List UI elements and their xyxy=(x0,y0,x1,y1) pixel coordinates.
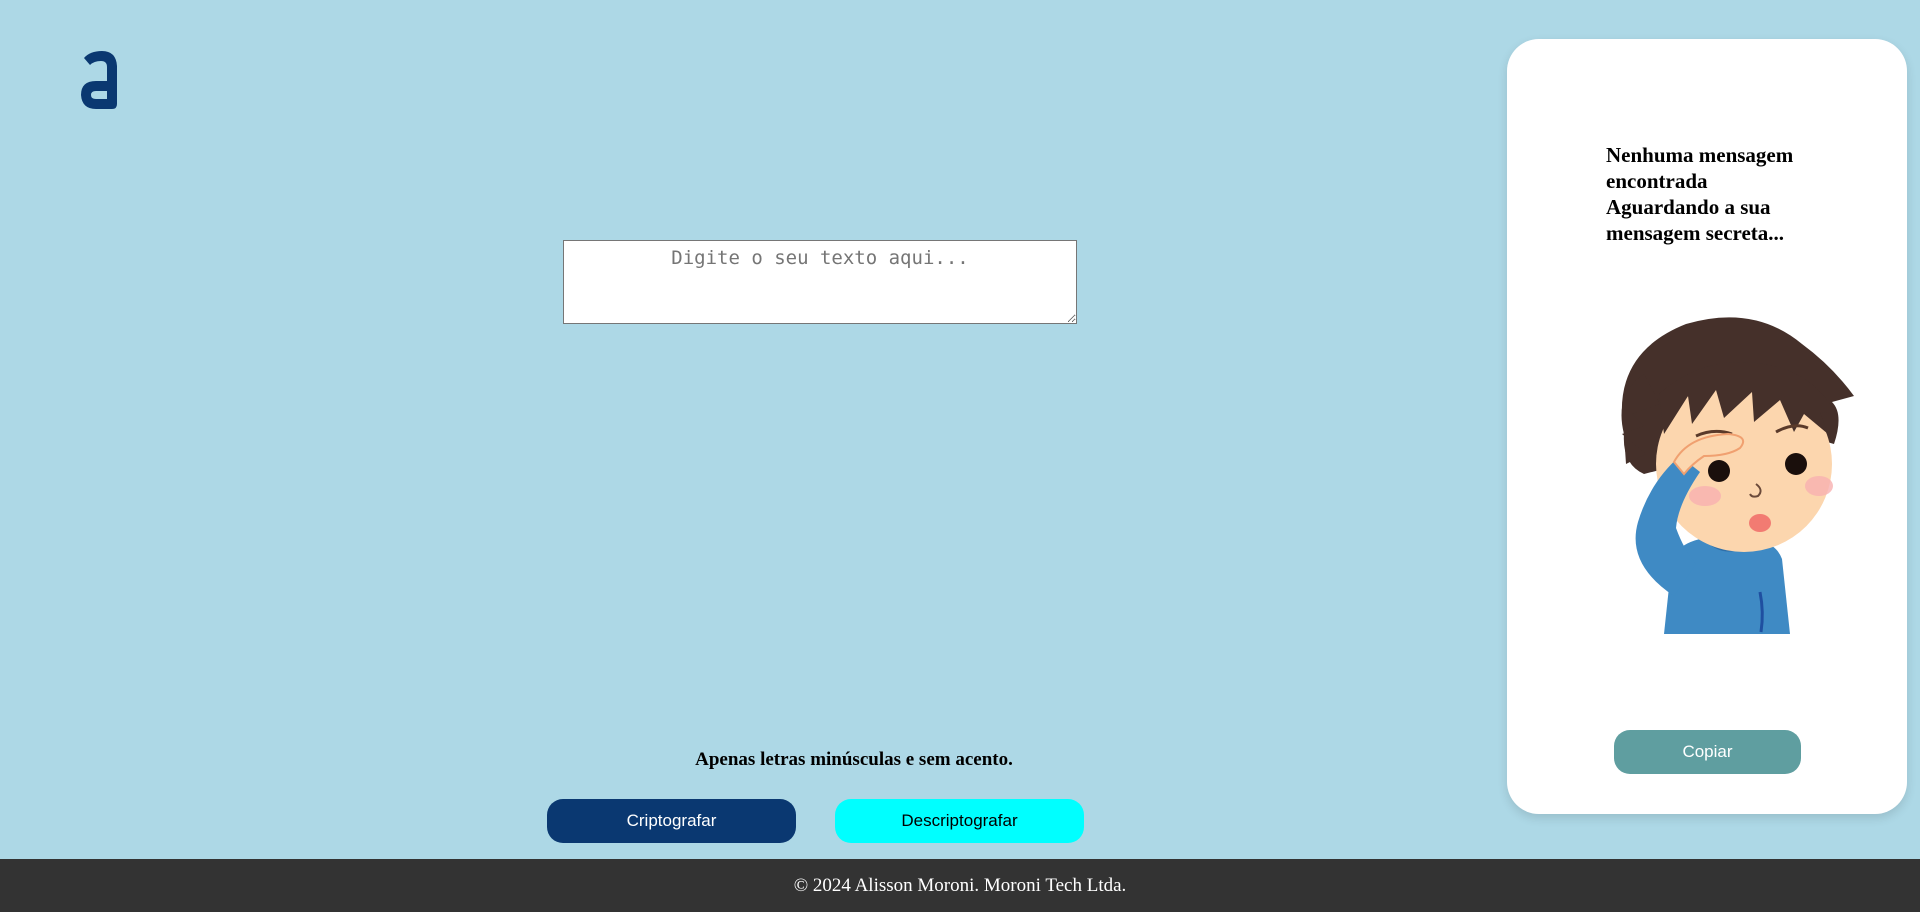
page-footer: © 2024 Alisson Moroni. Moroni Tech Ltda. xyxy=(0,859,1920,912)
empty-message-line: mensagem secreta... xyxy=(1606,221,1785,245)
encrypt-button[interactable]: Criptografar xyxy=(547,799,796,843)
empty-message-line: Nenhuma mensagem xyxy=(1606,143,1794,167)
empty-message-line: Aguardando a sua xyxy=(1606,195,1771,219)
searching-boy-illustration xyxy=(1604,314,1858,634)
output-panel: Nenhuma mensagem encontrada Aguardando a… xyxy=(1507,39,1907,814)
decrypt-button[interactable]: Descriptografar xyxy=(835,799,1084,843)
empty-message-line: encontrada xyxy=(1606,169,1708,193)
alura-logo-icon xyxy=(76,48,126,112)
text-input-wrapper xyxy=(563,240,1077,329)
message-input[interactable] xyxy=(563,240,1077,324)
empty-message: Nenhuma mensagem encontrada Aguardando a… xyxy=(1606,142,1836,246)
footer-copyright: © 2024 Alisson Moroni. Moroni Tech Ltda. xyxy=(793,874,1127,896)
input-hint: Apenas letras minúsculas e sem acento. xyxy=(695,749,1013,770)
copy-button[interactable]: Copiar xyxy=(1614,730,1801,774)
